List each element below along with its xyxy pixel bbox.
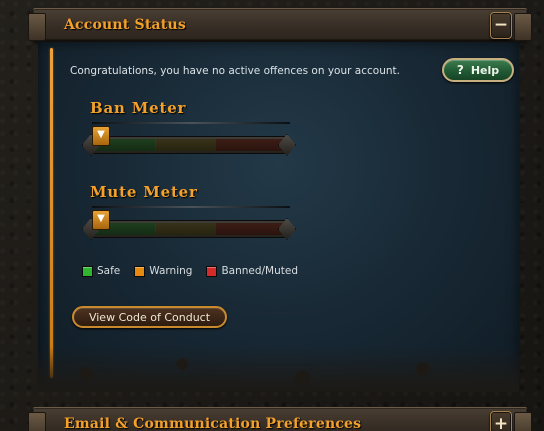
help-icon: ? [456,63,464,77]
help-label: Help [470,63,500,77]
mute-meter-title: Mute Meter [90,183,198,201]
ban-meter-bar [82,134,296,156]
ban-meter-banned-zone [215,139,283,151]
ban-meter-warning-zone [156,139,216,151]
help-button[interactable]: ? Help [442,58,514,82]
mute-meter-warning-zone [156,223,216,235]
ban-meter-pointer-icon: ▼ [92,126,110,146]
legend-label-banned: Banned/Muted [221,265,299,277]
panel-scrollbar[interactable] [50,48,53,378]
mute-meter-bar [82,218,296,240]
account-status-header: Account Status − [28,8,532,42]
legend-item-warning: Warning [134,265,192,277]
mute-meter-pointer-icon: ▼ [92,210,110,230]
meter-legend: Safe Warning Banned/Muted [82,265,298,277]
email-preferences-header: Email & Communication Preferences + [28,407,532,431]
status-message: Congratulations, you have no active offe… [70,65,400,77]
mute-meter-muted-zone [215,223,283,235]
view-code-of-conduct-button[interactable]: View Code of Conduct [72,306,227,328]
legend-label-safe: Safe [97,265,121,277]
legend-label-warning: Warning [149,265,193,277]
legend-swatch-banned [206,265,218,277]
legend-swatch-safe [82,265,93,277]
legend-swatch-warning [134,265,146,277]
expand-button[interactable]: + [490,411,512,431]
mute-meter-divider [92,206,290,208]
ban-meter-title: Ban Meter [90,99,187,117]
legend-item-banned: Banned/Muted [206,265,298,277]
ban-meter-track [92,136,286,154]
account-status-title: Account Status [64,17,186,33]
email-preferences-title: Email & Communication Preferences [64,416,362,431]
ban-meter-divider [92,122,290,124]
account-status-panel: Congratulations, you have no active offe… [38,42,519,392]
mute-meter-track [92,220,286,238]
legend-item-safe: Safe [82,265,120,277]
collapse-button[interactable]: − [490,12,512,39]
